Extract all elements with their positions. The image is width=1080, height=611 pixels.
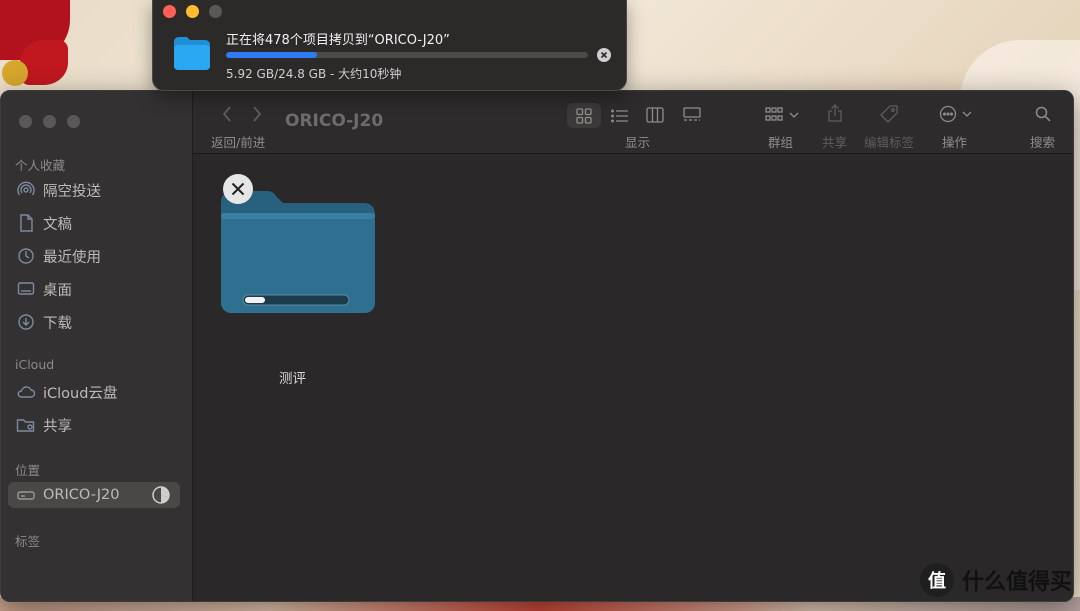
minimize-button[interactable]: [43, 115, 56, 128]
document-icon: [15, 214, 37, 232]
back-forward-label: 返回/前进: [211, 135, 266, 150]
folder-name[interactable]: 测评: [279, 367, 306, 387]
view-label: 显示: [625, 135, 651, 150]
cloud-icon: [15, 383, 37, 401]
stop-copy-button[interactable]: [597, 48, 611, 62]
sidebar-section-tags: 标签: [15, 534, 41, 549]
sidebar-item-label: 文稿: [43, 216, 72, 233]
clock-icon: [15, 247, 37, 265]
sidebar-section-icloud: iCloud: [15, 357, 55, 372]
sidebar-item-icloud-drive[interactable]: iCloud云盘: [15, 379, 117, 405]
sidebar-item-label: 最近使用: [43, 249, 101, 266]
close-icon: [231, 182, 245, 196]
eject-progress-icon[interactable]: [152, 486, 170, 504]
sidebar-item-label: iCloud云盘: [43, 385, 118, 402]
copy-title: 正在将478个项目拷贝到“ORICO-J20”: [226, 33, 450, 48]
watermark: 值 什么值得买: [919, 563, 1072, 597]
group-icon[interactable]: [765, 107, 801, 127]
window-title: ORICO-J20: [285, 111, 384, 131]
action-menu-icon[interactable]: [939, 105, 973, 127]
folder-copy-progress: [245, 297, 265, 303]
main-content: 返回/前进 ORICO-J20 显示 群组 共享 编辑标签 操作 搜索 测评: [193, 91, 1073, 601]
sidebar-item-documents[interactable]: 文稿: [15, 210, 72, 236]
sidebar-item-label: 隔空投送: [43, 183, 101, 200]
shared-folder-icon: [15, 416, 37, 434]
copy-progress-bar: [226, 52, 588, 58]
sidebar-item-downloads[interactable]: 下载: [15, 309, 72, 335]
action-label: 操作: [942, 135, 968, 150]
copy-status: 5.92 GB/24.8 GB - 大约10秒钟: [226, 67, 402, 81]
sidebar-item-label: 下载: [43, 315, 72, 332]
sidebar-item-desktop[interactable]: 桌面: [15, 276, 72, 302]
cancel-copy-button[interactable]: [223, 174, 253, 204]
watermark-logo: 值: [919, 563, 954, 597]
airdrop-icon: [15, 181, 37, 199]
tag-icon[interactable]: [879, 104, 899, 128]
copy-zoom-button[interactable]: [209, 5, 222, 18]
share-icon[interactable]: [827, 103, 843, 127]
close-button[interactable]: [19, 115, 32, 128]
sidebar: 个人收藏 隔空投送 文稿 最近使用 桌面 下载 iCloud iCloud云盘 …: [1, 91, 193, 601]
sidebar-item-label: 共享: [43, 418, 72, 435]
finder-window: 个人收藏 隔空投送 文稿 最近使用 桌面 下载 iCloud iCloud云盘 …: [0, 90, 1074, 602]
drive-icon: [15, 486, 37, 504]
sidebar-item-label: 桌面: [43, 282, 72, 299]
sidebar-section-locations: 位置: [15, 463, 41, 478]
copy-minimize-button[interactable]: [186, 5, 199, 18]
close-circle-icon: [600, 51, 608, 59]
edit-tags-label: 编辑标签: [864, 135, 915, 150]
desktop-icon: [15, 280, 37, 298]
icon-view-icon[interactable]: [576, 108, 592, 128]
group-label: 群组: [768, 135, 794, 150]
watermark-text: 什么值得买: [961, 570, 1072, 595]
back-chevron-icon[interactable]: [221, 105, 233, 127]
gallery-view-icon[interactable]: [682, 107, 702, 127]
copy-progress-fill: [226, 52, 317, 58]
sidebar-item-airdrop[interactable]: 隔空投送: [15, 177, 101, 203]
zoom-button[interactable]: [67, 115, 80, 128]
sidebar-item-recents[interactable]: 最近使用: [15, 243, 101, 269]
sidebar-section-favorites: 个人收藏: [15, 158, 66, 173]
copy-progress-window: 正在将478个项目拷贝到“ORICO-J20” 5.92 GB/24.8 GB …: [152, 0, 627, 91]
search-icon[interactable]: [1035, 106, 1051, 126]
forward-chevron-icon[interactable]: [251, 105, 263, 127]
folder-icon: [174, 37, 210, 70]
wallpaper-bow: [20, 40, 68, 85]
sidebar-item-orico-j20[interactable]: ORICO-J20: [8, 482, 180, 508]
wallpaper-bell: [2, 60, 28, 86]
list-view-icon[interactable]: [611, 108, 629, 127]
search-label: 搜索: [1030, 135, 1056, 150]
share-label: 共享: [822, 135, 848, 150]
sidebar-item-label: ORICO-J20: [43, 487, 120, 503]
download-icon: [15, 313, 37, 331]
toolbar: 返回/前进 ORICO-J20 显示 群组 共享 编辑标签 操作 搜索: [193, 91, 1073, 154]
column-view-icon[interactable]: [646, 107, 664, 127]
copy-close-button[interactable]: [163, 5, 176, 18]
sidebar-item-shared[interactable]: 共享: [15, 412, 72, 438]
